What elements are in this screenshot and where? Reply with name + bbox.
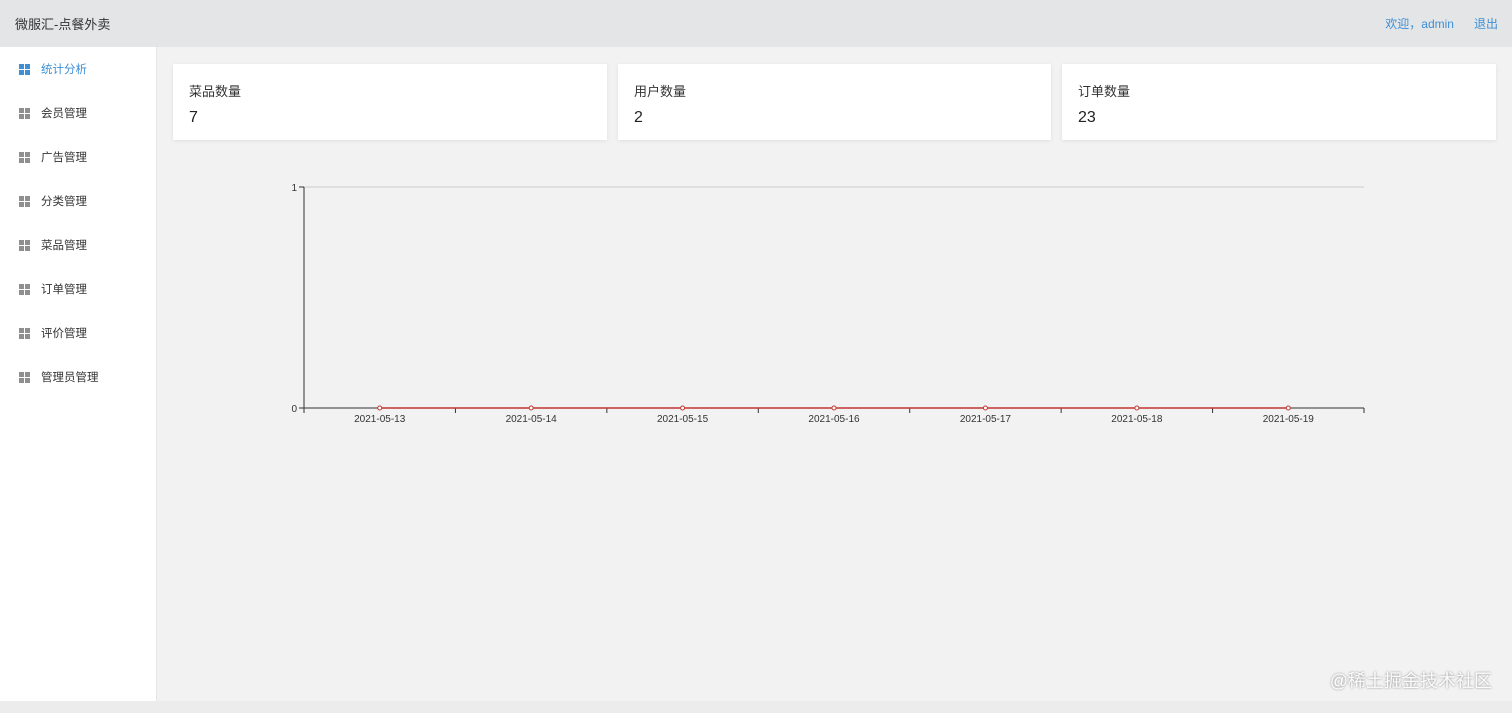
sidebar-item-label: 会员管理 bbox=[41, 108, 87, 120]
stat-card-dishes: 菜品数量 7 bbox=[173, 64, 607, 140]
data-point bbox=[680, 405, 686, 411]
x-tick-label: 2021-05-16 bbox=[808, 414, 860, 425]
sidebar-item-dishes[interactable]: 菜品管理 bbox=[0, 223, 156, 267]
sidebar-item-label: 广告管理 bbox=[41, 152, 87, 164]
stat-value: 23 bbox=[1078, 109, 1096, 126]
header-user-area: 欢迎，admin 退出 bbox=[1385, 15, 1498, 32]
stat-label: 菜品数量 bbox=[189, 84, 242, 99]
data-point bbox=[831, 405, 837, 411]
x-tick-label: 2021-05-15 bbox=[657, 414, 709, 425]
sidebar-item-label: 评价管理 bbox=[41, 328, 87, 340]
order-trend-chart: 0 1 2021-05-13 2021-05-14 2021-05-15 2021-05-… bbox=[157, 150, 1512, 450]
welcome-user-link[interactable]: 欢迎，admin bbox=[1385, 15, 1454, 32]
x-tick-label: 2021-05-13 bbox=[354, 414, 406, 425]
sidebar-nav: 统计分析 会员管理 广告管理 分类管理 菜品管理 订单管理 评价管理 管理员管理 bbox=[0, 47, 157, 701]
sidebar-item-ads[interactable]: 广告管理 bbox=[0, 135, 156, 179]
stat-value: 7 bbox=[189, 109, 198, 126]
data-point bbox=[528, 405, 534, 411]
grid-icon bbox=[19, 63, 30, 75]
stat-label: 用户数量 bbox=[634, 84, 687, 99]
stat-card-orders: 订单数量 23 bbox=[1062, 64, 1496, 140]
data-point bbox=[982, 405, 988, 411]
stat-card-users: 用户数量 2 bbox=[618, 64, 1051, 140]
grid-icon bbox=[19, 239, 30, 251]
y-tick-label: 0 bbox=[291, 404, 297, 415]
watermark-text: @稀土掘金技术社区 bbox=[1329, 671, 1492, 691]
x-tick-label: 2021-05-18 bbox=[1111, 414, 1163, 425]
top-header: 微服汇-点餐外卖 欢迎，admin 退出 bbox=[0, 0, 1512, 47]
bottom-scrollbar[interactable] bbox=[0, 701, 1512, 713]
grid-icon bbox=[19, 327, 30, 339]
grid-icon bbox=[19, 151, 30, 163]
x-tick-label: 2021-05-14 bbox=[506, 414, 558, 425]
app-title: 微服汇-点餐外卖 bbox=[15, 17, 111, 32]
grid-icon bbox=[19, 283, 30, 295]
sidebar-item-admins[interactable]: 管理员管理 bbox=[0, 355, 156, 399]
logout-link[interactable]: 退出 bbox=[1474, 15, 1498, 32]
grid-icon bbox=[19, 195, 30, 207]
sidebar-item-label: 订单管理 bbox=[41, 284, 87, 296]
sidebar-item-members[interactable]: 会员管理 bbox=[0, 91, 156, 135]
x-tick-label: 2021-05-17 bbox=[960, 414, 1012, 425]
stat-value: 2 bbox=[634, 109, 643, 126]
sidebar-item-label: 管理员管理 bbox=[41, 372, 99, 384]
data-point bbox=[1134, 405, 1140, 411]
y-tick-label: 1 bbox=[291, 183, 297, 194]
x-tick-label: 2021-05-19 bbox=[1263, 414, 1315, 425]
sidebar-item-categories[interactable]: 分类管理 bbox=[0, 179, 156, 223]
sidebar-item-statistics[interactable]: 统计分析 bbox=[0, 47, 156, 91]
data-point bbox=[1285, 405, 1291, 411]
sidebar-item-label: 统计分析 bbox=[41, 64, 87, 76]
sidebar-item-label: 菜品管理 bbox=[41, 240, 87, 252]
sidebar-item-reviews[interactable]: 评价管理 bbox=[0, 311, 156, 355]
sidebar-item-label: 分类管理 bbox=[41, 196, 87, 208]
sidebar-item-orders[interactable]: 订单管理 bbox=[0, 267, 156, 311]
grid-icon bbox=[19, 107, 30, 119]
data-point bbox=[377, 405, 383, 411]
line-chart-svg: 0 1 2021-05-13 2021-05-14 2021-05-15 2021-05-… bbox=[291, 183, 1365, 425]
grid-icon bbox=[19, 371, 30, 383]
stat-label: 订单数量 bbox=[1078, 84, 1131, 99]
